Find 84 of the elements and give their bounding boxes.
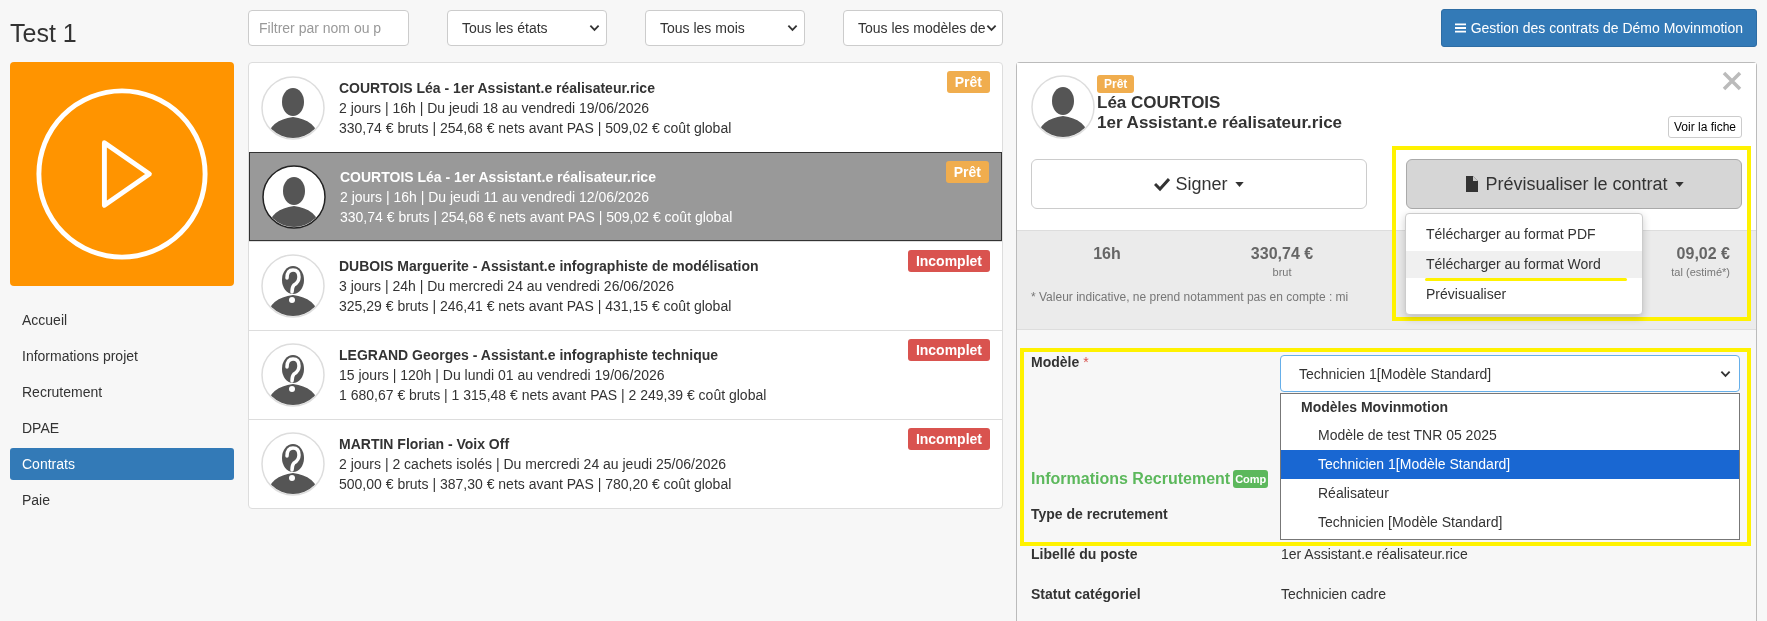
chevron-down-icon [1720, 369, 1731, 378]
person-avatar [1031, 75, 1095, 139]
contract-row[interactable]: DUBOIS Marguerite - Assistant.e infographiste de modélisation 3 jours | 24h | Du mercredi 24 au vendredi 26/06/2026 325,29 € bruts | 246,41 € nets avant PAS | 431,15 € coût global Incomplet [249, 241, 1002, 330]
close-icon[interactable] [1722, 71, 1742, 91]
status-badge: Prêt [945, 161, 989, 183]
menu-item[interactable]: Télécharger au format PDF [1406, 221, 1642, 248]
person-avatar [262, 164, 326, 229]
contract-title: MARTIN Florian - Voix Off [339, 436, 510, 452]
model-dropdown[interactable]: Technicien 1[Modèle Standard] [1280, 355, 1740, 392]
contract-amounts: 1 680,67 € bruts | 1 315,48 € nets avant PAS | 2 249,39 € coût global [339, 387, 767, 403]
status-badge: Prêt [946, 71, 990, 93]
play-icon [34, 86, 210, 262]
person-name: Léa COURTOIS [1097, 93, 1222, 113]
menu-item[interactable]: Télécharger au format Word [1406, 251, 1642, 278]
stat-value: 16h [1093, 245, 1121, 263]
project-title: Test 1 [10, 17, 78, 48]
field-label: Libellé du poste [1031, 546, 1139, 562]
sidebar-item[interactable]: Recrutement [10, 376, 234, 408]
view-profile-button[interactable]: Voir la fiche [1667, 116, 1742, 138]
contract-details: 15 jours | 120h | Du lundi 01 au vendredi 19/06/2026 [339, 367, 665, 383]
sign-button[interactable]: Signer [1031, 159, 1367, 209]
check-icon [1154, 176, 1171, 192]
contract-details: 3 jours | 24h | Du mercredi 24 au vendredi 26/06/2026 [339, 278, 674, 294]
contract-row[interactable]: LEGRAND Georges - Assistant.e infographiste technique 15 jours | 120h | Du lundi 01 au vendredi 19/06/2026 1 680,67 € bruts | 1 315,48 € nets avant PAS | 2 249,39 € coût global Incomplet [249, 330, 1002, 419]
model-option[interactable]: Technicien [Modèle Standard] [1281, 508, 1739, 537]
person-avatar [261, 75, 325, 140]
video-thumbnail[interactable] [10, 62, 234, 286]
document-icon [1464, 176, 1481, 192]
option-group-label: Modèles Movinmotion [1300, 398, 1449, 417]
contract-amounts: 500,00 € bruts | 387,30 € nets avant PAS | 780,20 € coût global [339, 476, 732, 492]
stat-value: 09,02 € [1676, 245, 1730, 263]
model-option[interactable]: Technicien 1[Modèle Standard] [1281, 450, 1739, 479]
job-title: 1er Assistant.e réalisateur.rice [1097, 113, 1343, 133]
filter-dropdown[interactable]: Tous les mois [645, 10, 805, 46]
chevron-down-icon [985, 24, 997, 32]
contract-title: COURTOIS Léa - 1er Assistant.e réalisateur.rice [339, 79, 655, 96]
stat-label: brut [1272, 266, 1292, 278]
model-option[interactable]: Modèle de test TNR 05 2025 [1281, 421, 1739, 450]
sidebar-item[interactable]: Accueil [10, 304, 234, 336]
field-label: Modèle [1031, 354, 1080, 370]
contract-details: 2 jours | 16h | Du jeudi 18 au vendredi 19/06/2026 [339, 99, 650, 116]
field-label: Type de recrutement [1031, 506, 1169, 522]
section-heading: Informations Recrutement [1031, 470, 1231, 488]
status-badge: Incomplet [907, 250, 990, 272]
manage-contracts-button[interactable]: Gestion des contrats de Démo Movinmotion [1440, 9, 1757, 47]
contract-details: 2 jours | 2 cachets isolés | Du mercredi 24 au jeudi 25/06/2026 [339, 456, 727, 472]
unknown-person-avatar [261, 254, 325, 318]
contract-title: DUBOIS Marguerite - Assistant.e infographiste de modélisation [339, 258, 759, 274]
search-field[interactable]: Filtrer par nom ou p [248, 10, 409, 46]
contract-amounts: 330,74 € bruts | 254,68 € nets avant PAS | 509,02 € coût global [340, 208, 733, 225]
unknown-person-avatar [261, 343, 325, 407]
contract-title: COURTOIS Léa - 1er Assistant.e réalisateur.rice [340, 168, 656, 185]
status-badge: Incomplet [907, 339, 990, 361]
disclaimer-note: * Valeur indicative, ne prend notamment pas en compte : mi [1031, 290, 1349, 304]
contract-title: LEGRAND Georges - Assistant.e infographiste technique [339, 347, 719, 363]
contract-amounts: 325,29 € bruts | 246,41 € nets avant PAS | 431,15 € coût global [339, 298, 732, 314]
chevron-down-icon [787, 24, 798, 32]
stat-value: 330,74 € [1250, 245, 1314, 263]
filter-dropdown[interactable]: Tous les modèles de [843, 10, 1003, 46]
status-badge: Comp [1233, 470, 1269, 488]
caret-icon [1674, 181, 1684, 187]
contract-details: 2 jours | 16h | Du jeudi 11 au vendredi 12/06/2026 [340, 188, 649, 205]
status-badge: Prêt [1097, 75, 1135, 93]
menu-icon [1454, 23, 1466, 33]
unknown-person-avatar [261, 432, 325, 496]
sidebar-item[interactable]: Contrats [10, 448, 234, 480]
contract-row[interactable]: MARTIN Florian - Voix Off 2 jours | 2 cachets isolés | Du mercredi 24 au jeudi 25/06/2026 500,00 € bruts | 387,30 € nets avant PAS | 780,20 € coût global Incomplet [249, 419, 1002, 508]
chevron-down-icon [589, 24, 600, 32]
required-asterisk: * [1083, 354, 1089, 370]
field-value: Technicien cadre [1281, 586, 1387, 602]
sidebar-item[interactable]: Paie [10, 484, 234, 516]
filter-dropdown[interactable]: Tous les états [447, 10, 607, 46]
status-badge: Incomplet [907, 428, 990, 450]
contract-amounts: 330,74 € bruts | 254,68 € nets avant PAS | 509,02 € coût global [339, 119, 732, 136]
menu-item[interactable]: Prévisualiser [1406, 281, 1642, 308]
sidebar-item[interactable]: DPAE [10, 412, 234, 444]
field-label: Statut catégoriel [1031, 586, 1142, 602]
field-value: 1er Assistant.e réalisateur.rice [1281, 546, 1468, 562]
contract-row[interactable]: COURTOIS Léa - 1er Assistant.e réalisateur.rice 2 jours | 16h | Du jeudi 18 au vendredi 19/06/2026 330,74 € bruts | 254,68 € nets avant PAS | 509,02 € coût global Prêt [249, 63, 1002, 152]
stat-label: tal (estimé*) [1671, 266, 1730, 278]
preview-contract-button[interactable]: Prévisualiser le contrat [1406, 159, 1742, 209]
sidebar-item[interactable]: Informations projet [10, 340, 234, 372]
caret-icon [1234, 181, 1244, 187]
model-option[interactable]: Réalisateur [1281, 479, 1739, 508]
